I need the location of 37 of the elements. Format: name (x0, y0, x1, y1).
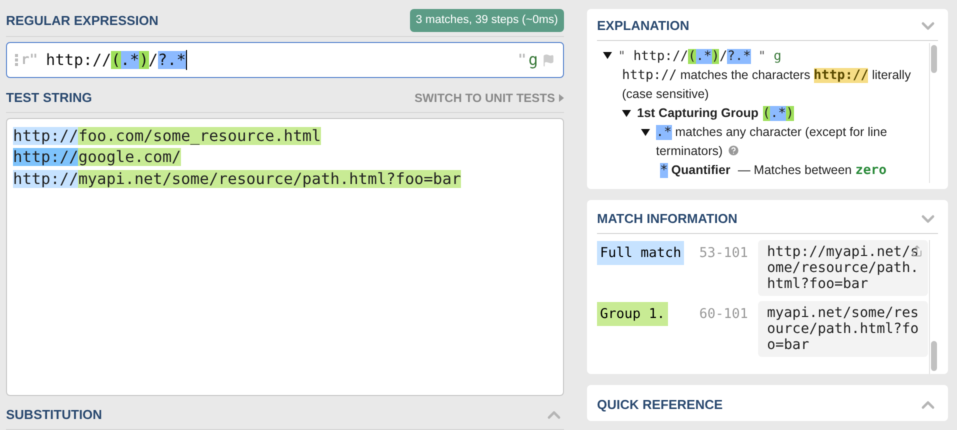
section-title: MATCH INFORMATION (597, 210, 738, 228)
caret-icon[interactable] (603, 52, 612, 59)
regex-flags[interactable]: g (528, 48, 538, 72)
section-title: TEST STRING (6, 89, 92, 108)
help-icon[interactable] (726, 144, 740, 157)
match-count-badge: 3 matches, 39 steps (~0ms) (410, 9, 564, 32)
text-cursor (186, 50, 188, 70)
explanation-text: " http://(.*)/?.* " g (618, 47, 782, 66)
match-range: 53-101 (699, 244, 748, 263)
explanation-text: 1st Capturing Group (.*) (637, 105, 794, 123)
grip-icon[interactable] (15, 54, 18, 66)
explanation-text: http:// matches the characters http:// literally (case sensitive) (622, 67, 912, 103)
test-string-line: http://myapi.net/some/resource/path.html?foo=bar (13, 168, 462, 190)
match-value: myapi.net/some/resource/path.html?foo=bar (758, 301, 928, 357)
scrollbar[interactable] (929, 43, 938, 183)
regex-delimiter: " (518, 50, 526, 70)
match-label: Full match (597, 241, 684, 266)
section-title: QUICK REFERENCE (597, 396, 723, 414)
section-title: REGULAR EXPRESSION (6, 12, 158, 30)
caret-right-icon (559, 94, 564, 102)
test-string-line: http://google.com/ (13, 147, 182, 168)
regex-text: http://(.*)/?.* (46, 50, 186, 71)
flag-icon[interactable] (542, 54, 555, 67)
scrollbar[interactable] (929, 240, 938, 374)
regex-field[interactable]: r" http://(.*)/?.* "g (6, 42, 564, 78)
explanation-text: .* matches any character (except for line terminators) (656, 124, 888, 160)
caret-icon[interactable] (641, 129, 650, 136)
regex-delimiter: r" (21, 50, 38, 70)
caret-icon[interactable] (622, 110, 631, 117)
match-label: Group 1. (597, 302, 668, 326)
match-range: 60-101 (699, 305, 748, 324)
match-value: http://myapi.net/some/resource/path.html?foo=bar (758, 240, 928, 296)
test-string-field[interactable]: http://foo.com/some_resource.html http://google.com/ http://myapi.net/some/resource/path.html?foo=bar (6, 118, 564, 396)
explanation-text: * Quantifier — Matches between zero (660, 162, 887, 180)
section-title: SUBSTITUTION (6, 406, 102, 424)
test-string-line: http://foo.com/some_resource.html (13, 126, 322, 147)
section-title: EXPLANATION (597, 17, 690, 36)
